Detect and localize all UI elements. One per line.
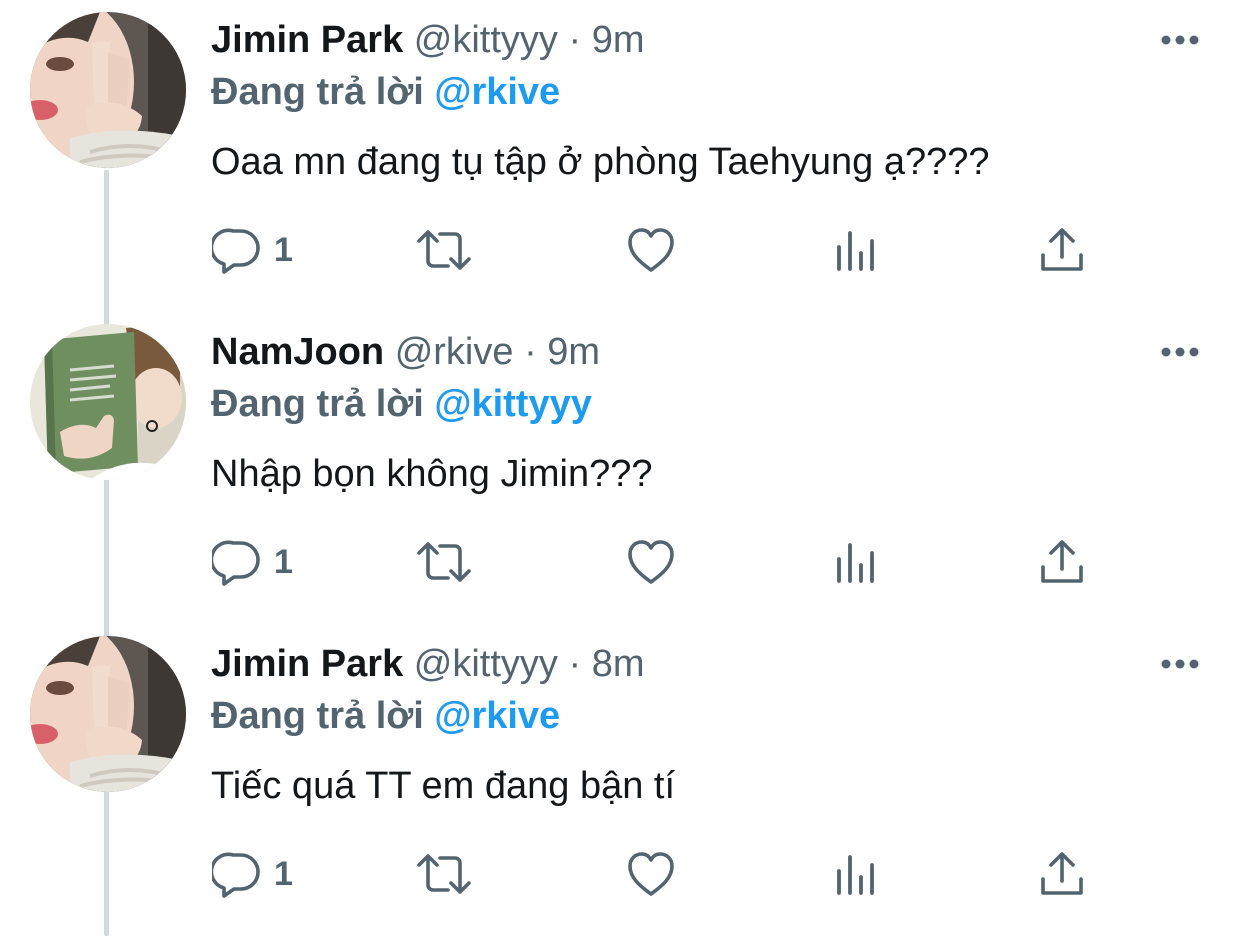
reply-thread: Jimin Park @kittyyy · 9m Đang trả lời @r… — [0, 0, 1242, 936]
reply-icon — [212, 540, 260, 586]
avatar[interactable] — [30, 636, 186, 792]
user-handle[interactable]: @kittyyy — [414, 643, 558, 685]
user-handle[interactable]: @kittyyy — [414, 19, 558, 61]
heart-icon — [628, 228, 674, 272]
namjoon-avatar-image — [30, 324, 186, 480]
timestamp[interactable]: 9m — [547, 331, 600, 373]
display-name[interactable]: Jimin Park — [211, 19, 403, 61]
separator-dot: · — [568, 643, 582, 685]
jimin-avatar-image — [30, 12, 186, 168]
tweet-text: Tiếc quá TT em đang bận tí — [211, 765, 676, 807]
share-button[interactable] — [1038, 218, 1086, 282]
like-button[interactable] — [626, 530, 676, 594]
jimin-avatar-image — [30, 636, 186, 792]
views-icon — [837, 543, 874, 583]
share-icon — [1041, 228, 1083, 271]
views-icon — [837, 855, 874, 895]
views-button[interactable] — [834, 218, 878, 282]
tweet-header: Jimin Park @kittyyy · 9m — [211, 14, 645, 66]
more-icon[interactable] — [1160, 28, 1200, 52]
timestamp[interactable]: 9m — [592, 19, 645, 61]
display-name[interactable]: NamJoon — [211, 331, 384, 373]
separator-dot: · — [524, 331, 537, 373]
tweet-header: NamJoon @rkive · 9m — [211, 326, 600, 378]
share-button[interactable] — [1038, 530, 1086, 594]
replying-to-label: Đang trả lời — [211, 71, 424, 113]
retweet-button[interactable] — [414, 842, 474, 906]
replying-to-label: Đang trả lời — [211, 695, 424, 737]
heart-icon — [628, 540, 674, 584]
reply-count: 1 — [274, 854, 293, 893]
avatar[interactable] — [30, 12, 186, 168]
retweet-button[interactable] — [414, 530, 474, 594]
replying-to: Đang trả lời @rkive — [211, 66, 560, 118]
separator-dot: · — [568, 19, 582, 61]
reply-count: 1 — [274, 542, 293, 581]
like-button[interactable] — [626, 842, 676, 906]
tweet-text: Oaa mn đang tụ tập ở phòng Taehyung ạ???… — [211, 141, 990, 183]
tweet-actions: 1 — [0, 530, 1242, 594]
retweet-icon — [417, 854, 471, 894]
user-handle[interactable]: @rkive — [395, 331, 514, 373]
tweet[interactable]: Jimin Park @kittyyy · 9m Đang trả lời @r… — [0, 0, 1242, 312]
like-button[interactable] — [626, 218, 676, 282]
retweet-button[interactable] — [414, 218, 474, 282]
avatar[interactable] — [30, 324, 186, 480]
reply-icon — [212, 852, 260, 898]
retweet-icon — [417, 542, 471, 582]
tweet-text: Nhập bọn không Jimin??? — [211, 453, 653, 495]
tweet-actions: 1 — [0, 842, 1242, 906]
display-name[interactable]: Jimin Park — [211, 643, 403, 685]
replying-to: Đang trả lời @rkive — [211, 690, 560, 742]
share-icon — [1041, 852, 1083, 895]
reply-button[interactable]: 1 — [212, 530, 293, 594]
tweet-actions: 1 — [0, 218, 1242, 282]
views-icon — [837, 231, 874, 271]
tweet-header: Jimin Park @kittyyy · 8m — [211, 638, 645, 690]
tweet[interactable]: Jimin Park @kittyyy · 8m Đang trả lời @r… — [0, 624, 1242, 936]
reply-icon — [212, 228, 260, 274]
reply-count: 1 — [274, 230, 293, 269]
more-icon[interactable] — [1160, 652, 1200, 676]
share-icon — [1041, 540, 1083, 583]
replying-to: Đang trả lời @kittyyy — [211, 378, 592, 430]
share-button[interactable] — [1038, 842, 1086, 906]
retweet-icon — [417, 230, 471, 270]
views-button[interactable] — [834, 842, 878, 906]
timestamp[interactable]: 8m — [592, 643, 645, 685]
reply-button[interactable]: 1 — [212, 218, 293, 282]
tweet[interactable]: NamJoon @rkive · 9m Đang trả lời @kittyy… — [0, 312, 1242, 624]
replying-to-mention[interactable]: @rkive — [434, 695, 560, 737]
replying-to-mention[interactable]: @rkive — [434, 71, 560, 113]
heart-icon — [628, 852, 674, 896]
more-icon[interactable] — [1160, 340, 1200, 364]
replying-to-mention[interactable]: @kittyyy — [434, 383, 591, 425]
views-button[interactable] — [834, 530, 878, 594]
reply-button[interactable]: 1 — [212, 842, 293, 906]
replying-to-label: Đang trả lời — [211, 383, 424, 425]
